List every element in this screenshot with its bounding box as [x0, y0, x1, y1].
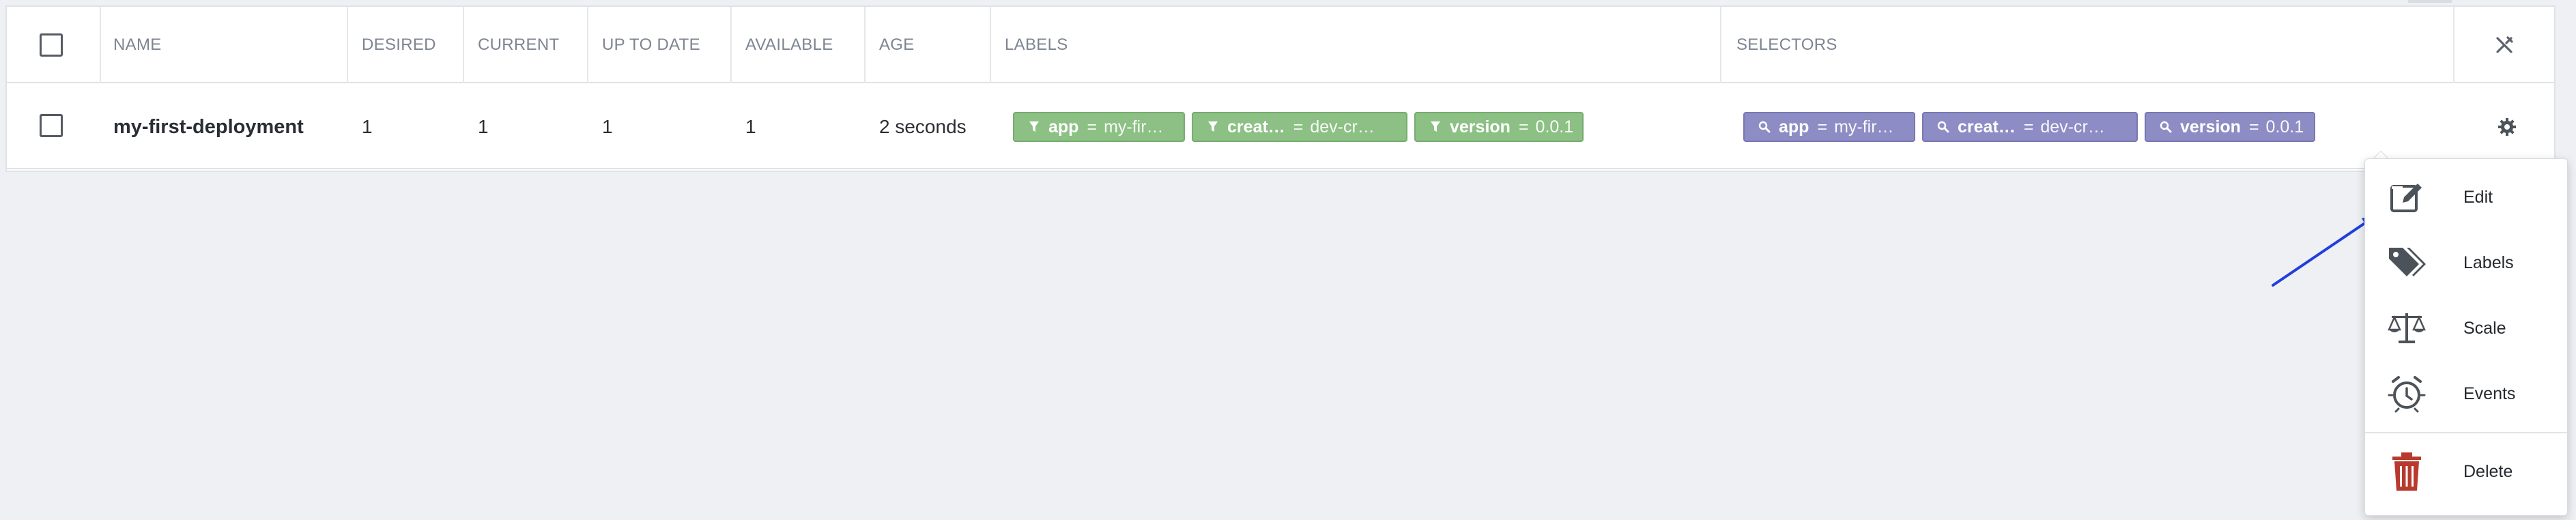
current-value: 1: [478, 116, 489, 137]
label-chip[interactable]: app = my-fir…: [1013, 112, 1185, 142]
selector-value: dev-cr…: [2040, 117, 2105, 136]
selector-key: app: [1779, 117, 1809, 136]
column-header-current[interactable]: CURRENT: [478, 7, 559, 83]
label-key: app: [1048, 117, 1079, 136]
age-value: 2 seconds: [879, 116, 967, 137]
tags-icon: [2386, 242, 2428, 284]
column-header-labels[interactable]: LABELS: [1005, 7, 1068, 83]
label-equals: =: [1293, 117, 1304, 136]
annotation-arrow: [2272, 214, 2377, 287]
selector-equals: =: [2248, 117, 2259, 136]
label-key: version: [1450, 117, 1511, 136]
selector-key: version: [2180, 117, 2241, 136]
column-header-up-to-date[interactable]: UP TO DATE: [602, 7, 700, 83]
up-to-date-value: 1: [602, 116, 613, 137]
label-key: creat…: [1227, 117, 1285, 136]
filter-icon: [1027, 121, 1042, 133]
column-header-available[interactable]: AVAILABLE: [745, 7, 833, 83]
menu-item-label: Events: [2463, 384, 2516, 403]
balance-scale-icon: [2386, 307, 2428, 349]
label-value: 0.0.1: [1535, 117, 1574, 136]
selector-key: creat…: [1958, 117, 2016, 136]
menu-item-labels[interactable]: Labels: [2365, 230, 2567, 295]
selector-equals: =: [1817, 117, 1828, 136]
label-chip[interactable]: creat… = dev-cr…: [1192, 112, 1407, 142]
selector-chip[interactable]: version = 0.0.1: [2145, 112, 2315, 142]
search-icon: [1936, 121, 1951, 133]
menu-item-label: Edit: [2463, 187, 2493, 207]
row-select-checkbox[interactable]: [40, 114, 63, 137]
table-header: NAME DESIRED CURRENT UP TO DATE AVAILABL…: [7, 7, 2554, 83]
table-row[interactable]: my-first-deployment 1 1 1 1 2 seconds ap…: [7, 85, 2554, 169]
menu-item-edit[interactable]: Edit: [2365, 164, 2567, 230]
search-icon: [2158, 121, 2173, 133]
label-equals: =: [1518, 117, 1529, 136]
filter-icon: [1205, 121, 1220, 133]
row-actions-gear-icon[interactable]: [2497, 85, 2517, 169]
search-icon: [1757, 121, 1772, 133]
select-all-checkbox[interactable]: [40, 33, 63, 57]
label-chip[interactable]: version = 0.0.1: [1414, 112, 1584, 142]
alarm-clock-icon: [2386, 373, 2428, 415]
filter-icon: [1428, 121, 1443, 133]
desired-value: 1: [362, 116, 373, 137]
menu-item-label: Labels: [2463, 252, 2514, 272]
deployment-name-link[interactable]: my-first-deployment: [113, 85, 304, 169]
selector-chip[interactable]: creat… = dev-cr…: [1922, 112, 2138, 142]
selector-value: 0.0.1: [2265, 117, 2304, 136]
label-value: dev-cr…: [1310, 117, 1375, 136]
label-equals: =: [1087, 117, 1098, 136]
column-header-age[interactable]: AGE: [879, 7, 915, 83]
menu-item-delete[interactable]: Delete: [2365, 439, 2567, 504]
menu-item-label: Scale: [2463, 318, 2506, 338]
menu-divider: [2365, 432, 2567, 433]
selector-chip[interactable]: app = my-fir…: [1743, 112, 1915, 142]
top-edge-tab: [2408, 0, 2452, 3]
menu-item-scale[interactable]: Scale: [2365, 295, 2567, 361]
deployments-table: NAME DESIRED CURRENT UP TO DATE AVAILABL…: [5, 5, 2556, 172]
row-actions-menu: Edit Labels Scale Events Delete: [2364, 158, 2568, 516]
trash-icon: [2386, 450, 2428, 493]
selector-value: my-fir…: [1834, 117, 1894, 136]
column-header-desired[interactable]: DESIRED: [362, 7, 436, 83]
column-header-selectors[interactable]: SELECTORS: [1736, 7, 1837, 83]
edit-icon: [2386, 176, 2428, 218]
label-value: my-fir…: [1104, 117, 1164, 136]
column-header-name[interactable]: NAME: [113, 7, 162, 83]
available-value: 1: [745, 116, 756, 137]
menu-item-label: Delete: [2463, 461, 2513, 481]
column-settings-icon[interactable]: [2494, 7, 2515, 83]
menu-item-events[interactable]: Events: [2365, 361, 2567, 427]
selector-equals: =: [2023, 117, 2034, 136]
